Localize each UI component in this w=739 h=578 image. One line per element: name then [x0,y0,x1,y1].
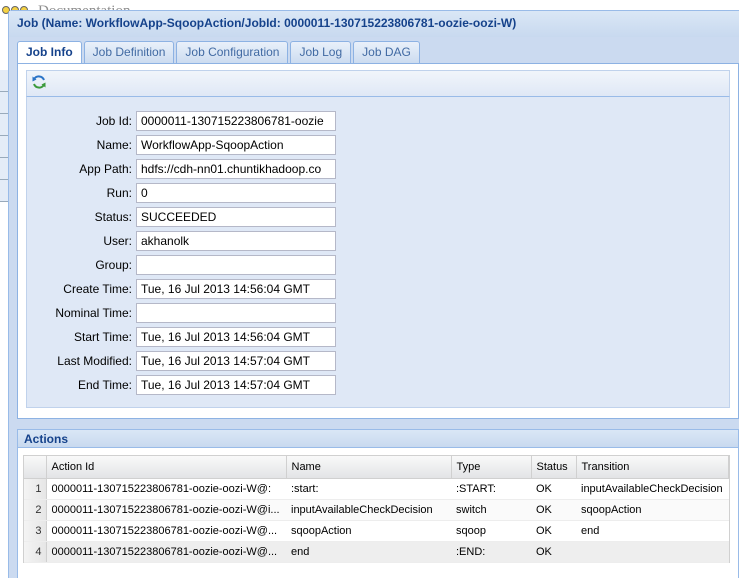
row-number: 4 [24,541,47,563]
action-type-cell: sqoop [451,520,531,542]
create-time-label: Create Time: [63,282,132,296]
column-header-type[interactable]: Type [451,456,532,479]
table-row[interactable]: 2 0000011-130715223806781-oozie-oozi-W@i… [24,499,729,521]
table-row[interactable]: 1 0000011-130715223806781-oozie-oozi-W@:… [24,478,729,500]
action-id-cell: 0000011-130715223806781-oozie-oozi-W@... [46,541,286,563]
action-id-cell: 0000011-130715223806781-oozie-oozi-W@... [46,520,286,542]
action-name-cell: sqoopAction [286,520,451,542]
last-modified-field[interactable]: Tue, 16 Jul 2013 14:57:04 GMT [136,351,336,371]
action-status-cell: OK [531,520,576,542]
nominal-time-field[interactable] [136,303,336,323]
nominal-time-row: Nominal Time: [27,303,627,323]
action-name-cell: inputAvailableCheckDecision [286,499,451,521]
window-title: Job (Name: WorkflowApp-SqoopAction/JobId… [17,16,517,30]
app-path-row: App Path: hdfs://cdh-nn01.chuntikhadoop.… [27,159,627,179]
job-window: Job (Name: WorkflowApp-SqoopAction/JobId… [8,10,739,578]
name-label: Name: [96,138,132,152]
start-time-field[interactable]: Tue, 16 Jul 2013 14:56:04 GMT [136,327,336,347]
start-time-label: Start Time: [73,330,132,344]
action-status-cell: OK [531,478,576,500]
actions-panel: Actions Action Id Name Type Status Trans… [17,429,739,578]
job-info-form: Job Id: 0000011-130715223806781-oozie Na… [26,96,730,408]
column-header-status[interactable]: Status [531,456,577,479]
end-time-label: End Time: [77,378,132,392]
tab-job-log[interactable]: Job Log [290,41,352,63]
nominal-time-label: Nominal Time: [55,306,132,320]
action-status-cell: OK [531,541,576,563]
action-type-cell: switch [451,499,531,521]
group-field[interactable] [136,255,336,275]
action-type-cell: :END: [451,541,531,563]
action-transition-cell [576,541,729,563]
last-modified-row: Last Modified: Tue, 16 Jul 2013 14:57:04… [27,351,627,371]
start-time-row: Start Time: Tue, 16 Jul 2013 14:56:04 GM… [27,327,627,347]
run-label: Run: [106,186,132,200]
row-number-header [24,456,47,479]
action-transition-cell: sqoopAction [576,499,729,521]
job-id-row: Job Id: 0000011-130715223806781-oozie [27,111,627,131]
action-name-cell: :start: [286,478,451,500]
user-field[interactable]: akhanolk [136,231,336,251]
table-row[interactable]: 3 0000011-130715223806781-oozie-oozi-W@.… [24,520,729,542]
status-label: Status: [94,210,132,224]
row-number: 1 [24,478,47,500]
refresh-icon[interactable] [31,74,47,90]
tab-job-dag[interactable]: Job DAG [353,41,420,63]
window-header[interactable]: Job (Name: WorkflowApp-SqoopAction/JobId… [9,11,739,37]
action-id-cell: 0000011-130715223806781-oozie-oozi-W@: [46,478,286,500]
tab-job-info[interactable]: Job Info [17,41,82,64]
job-info-panel: Job Id: 0000011-130715223806781-oozie Na… [17,63,739,419]
actions-panel-title: Actions [18,430,738,448]
column-header-name[interactable]: Name [286,456,452,479]
job-id-field[interactable]: 0000011-130715223806781-oozie [136,111,336,131]
action-name-cell: end [286,541,451,563]
column-header-action-id[interactable]: Action Id [46,456,287,479]
run-row: Run: 0 [27,183,627,203]
end-time-field[interactable]: Tue, 16 Jul 2013 14:57:04 GMT [136,375,336,395]
tab-job-definition[interactable]: Job Definition [83,41,175,63]
user-label: User: [103,234,132,248]
user-row: User: akhanolk [27,231,627,251]
row-number: 2 [24,499,47,521]
action-status-cell: OK [531,499,576,521]
status-field[interactable]: SUCCEEDED [136,207,336,227]
action-transition-cell: end [576,520,729,542]
name-field[interactable]: WorkflowApp-SqoopAction [136,135,336,155]
last-modified-label: Last Modified: [57,354,132,368]
group-label: Group: [95,258,132,272]
create-time-field[interactable]: Tue, 16 Jul 2013 14:56:04 GMT [136,279,336,299]
status-row: Status: SUCCEEDED [27,207,627,227]
tab-job-configuration[interactable]: Job Configuration [176,41,289,63]
action-type-cell: :START: [451,478,531,500]
tab-bar: Job Info Job Definition Job Configuratio… [17,41,422,64]
end-time-row: End Time: Tue, 16 Jul 2013 14:57:04 GMT [27,375,627,395]
create-time-row: Create Time: Tue, 16 Jul 2013 14:56:04 G… [27,279,627,299]
job-info-toolbar [26,70,730,96]
actions-header-row: Action Id Name Type Status Transition [24,456,729,479]
name-row: Name: WorkflowApp-SqoopAction [27,135,627,155]
column-header-transition[interactable]: Transition [576,456,729,479]
actions-grid: Action Id Name Type Status Transition 1 … [23,455,730,563]
run-field[interactable]: 0 [136,183,336,203]
action-transition-cell: inputAvailableCheckDecision [576,478,729,500]
job-id-label: Job Id: [95,114,132,128]
table-row[interactable]: 4 0000011-130715223806781-oozie-oozi-W@.… [24,541,729,563]
app-path-label: App Path: [79,162,132,176]
app-path-field[interactable]: hdfs://cdh-nn01.chuntikhadoop.co [136,159,336,179]
group-row: Group: [27,255,627,275]
row-number: 3 [24,520,47,542]
action-id-cell: 0000011-130715223806781-oozie-oozi-W@i..… [46,499,286,521]
